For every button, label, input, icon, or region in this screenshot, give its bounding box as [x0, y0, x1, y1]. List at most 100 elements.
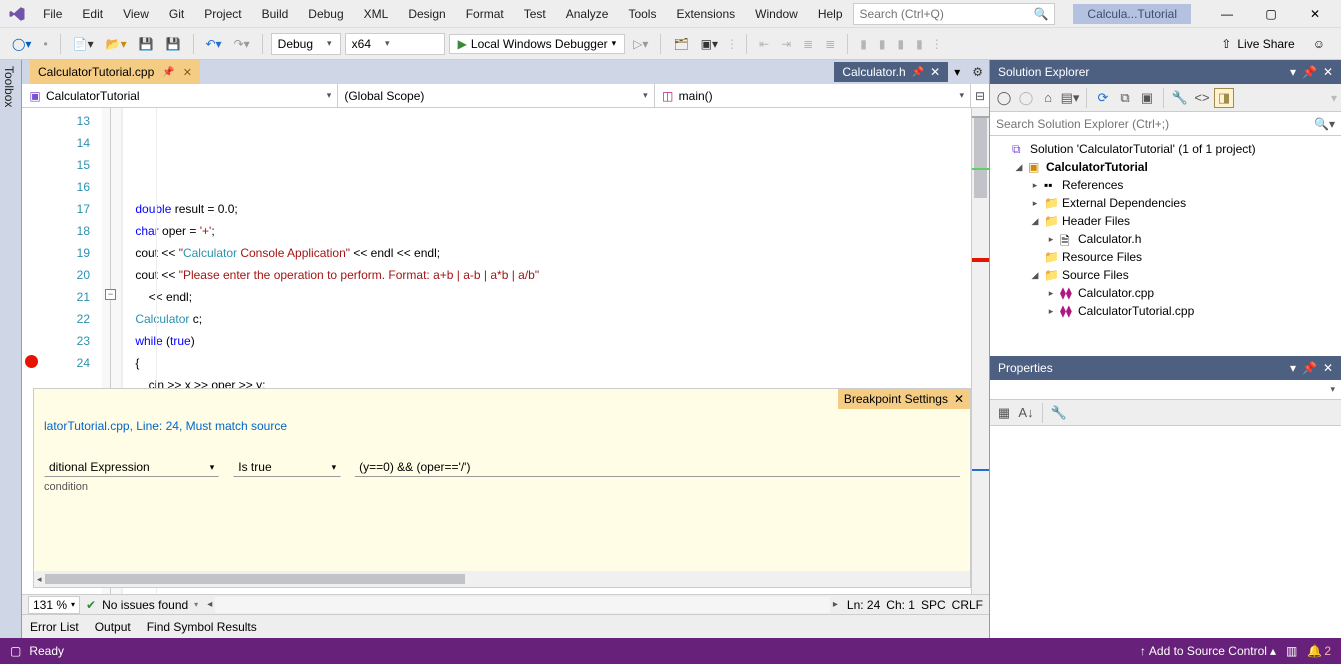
- pin-icon[interactable]: 📌: [162, 67, 174, 78]
- tree-item[interactable]: ◢📁Source Files: [990, 266, 1341, 284]
- browse-button[interactable]: 🗂: [669, 35, 692, 53]
- platform-dropdown[interactable]: x64: [345, 33, 445, 55]
- new-file-button[interactable]: 📄▾: [69, 35, 98, 53]
- start-debug-button[interactable]: ▶ Local Windows Debugger▾: [449, 34, 626, 54]
- wrench-icon[interactable]: 🔧: [1049, 403, 1069, 423]
- bp-location-link[interactable]: latorTutorial.cpp, Line: 24, Must match …: [44, 419, 287, 433]
- close-icon[interactable]: ✕: [954, 392, 964, 406]
- menu-edit[interactable]: Edit: [72, 3, 113, 25]
- pin-icon[interactable]: 📌: [912, 67, 924, 78]
- bp-horizontal-scrollbar[interactable]: [34, 571, 970, 587]
- dropdown-icon[interactable]: ▾: [1290, 65, 1296, 79]
- tab-active[interactable]: CalculatorTutorial.cpp 📌 ✕: [30, 60, 200, 84]
- back-button[interactable]: ◯: [994, 88, 1014, 108]
- close-icon[interactable]: ✕: [1323, 361, 1333, 375]
- breakpoint-marker[interactable]: [25, 355, 38, 368]
- menu-git[interactable]: Git: [159, 3, 194, 25]
- tree-item[interactable]: ▸⧫⧫Calculator.cpp: [990, 284, 1341, 302]
- properties-button[interactable]: 🔧: [1170, 88, 1190, 108]
- tree-item[interactable]: ▸🗎Calculator.h: [990, 230, 1341, 248]
- search-input[interactable]: [860, 7, 1034, 21]
- open-file-button[interactable]: 📂▾: [102, 35, 131, 53]
- repo-icon[interactable]: ▥: [1286, 644, 1297, 658]
- scrollbar-thumb[interactable]: [974, 118, 987, 198]
- show-all-button[interactable]: ⧉: [1115, 88, 1135, 108]
- view-button[interactable]: ▣▾: [697, 35, 722, 53]
- solution-tree[interactable]: ⧉Solution 'CalculatorTutorial' (1 of 1 p…: [990, 136, 1341, 356]
- menu-window[interactable]: Window: [745, 3, 808, 25]
- tree-item[interactable]: ▸⧫⧫CalculatorTutorial.cpp: [990, 302, 1341, 320]
- menu-file[interactable]: File: [33, 3, 72, 25]
- tab-secondary[interactable]: Calculator.h 📌 ✕: [834, 62, 948, 82]
- nav-scope-function[interactable]: ◫main(): [655, 84, 971, 107]
- tree-item[interactable]: 📁Resource Files: [990, 248, 1341, 266]
- menu-project[interactable]: Project: [194, 3, 251, 25]
- collapse-button[interactable]: ▣: [1137, 88, 1157, 108]
- pin-icon[interactable]: 📌: [1302, 65, 1317, 79]
- maximize-button[interactable]: ▢: [1249, 2, 1293, 26]
- feedback-icon[interactable]: ☺: [1313, 37, 1325, 51]
- tree-item[interactable]: ⧉Solution 'CalculatorTutorial' (1 of 1 p…: [990, 140, 1341, 158]
- notifications-button[interactable]: 🔔2: [1307, 644, 1331, 658]
- close-icon[interactable]: ✕: [1323, 65, 1333, 79]
- add-source-control-button[interactable]: ↑ Add to Source Control ▴: [1140, 644, 1276, 658]
- pin-icon[interactable]: 📌: [1302, 361, 1317, 375]
- menu-analyze[interactable]: Analyze: [556, 3, 619, 25]
- sync-button[interactable]: ⟳: [1093, 88, 1113, 108]
- tree-item[interactable]: ◢▣CalculatorTutorial: [990, 158, 1341, 176]
- debug-target-dropdown[interactable]: ▷▾: [629, 35, 652, 53]
- nav-scope-global[interactable]: (Global Scope): [338, 84, 654, 107]
- fwd-button[interactable]: ◯: [1016, 88, 1036, 108]
- tree-item[interactable]: ▸📁External Dependencies: [990, 194, 1341, 212]
- scroll-right-button[interactable]: ▸: [830, 599, 841, 610]
- split-button[interactable]: ⊟: [971, 84, 989, 107]
- scroll-left-button[interactable]: ◂: [204, 599, 215, 610]
- vertical-scrollbar[interactable]: [971, 108, 989, 594]
- redo-button[interactable]: ↷▾: [230, 35, 254, 53]
- close-button[interactable]: ✕: [1293, 2, 1337, 26]
- bp-condition-type-dropdown[interactable]: ditional Expression: [44, 457, 219, 477]
- save-all-button[interactable]: 💾: [162, 35, 185, 53]
- nav-fwd-button[interactable]: •: [39, 35, 51, 53]
- dropdown-icon[interactable]: ▾: [1290, 361, 1296, 375]
- save-button[interactable]: 💾: [135, 35, 158, 53]
- indent-mode[interactable]: SPC: [921, 598, 946, 612]
- fold-toggle[interactable]: −: [105, 289, 116, 300]
- menu-build[interactable]: Build: [252, 3, 299, 25]
- zoom-dropdown[interactable]: 131 %: [28, 596, 80, 614]
- tree-item[interactable]: ◢📁Header Files: [990, 212, 1341, 230]
- menu-format[interactable]: Format: [456, 3, 514, 25]
- menu-extensions[interactable]: Extensions: [666, 3, 745, 25]
- nav-scope-project[interactable]: ▣CalculatorTutorial: [22, 84, 338, 107]
- menu-help[interactable]: Help: [808, 3, 853, 25]
- tab-settings-button[interactable]: ⚙: [966, 65, 989, 79]
- close-icon[interactable]: ✕: [930, 65, 940, 79]
- menu-xml[interactable]: XML: [354, 3, 399, 25]
- menu-design[interactable]: Design: [398, 3, 455, 25]
- search-box[interactable]: 🔍: [853, 3, 1056, 25]
- bp-condition-eval-dropdown[interactable]: Is true: [233, 457, 341, 477]
- alphabetical-button[interactable]: A↓: [1016, 403, 1036, 423]
- horizontal-scrollbar[interactable]: [215, 597, 830, 613]
- bp-expression-input[interactable]: [355, 458, 960, 477]
- categorized-button[interactable]: ▦: [994, 403, 1014, 423]
- minimize-button[interactable]: —: [1205, 2, 1249, 26]
- nav-back-button[interactable]: ◯▾: [8, 35, 35, 53]
- properties-dropdown[interactable]: ▾: [990, 380, 1341, 400]
- preview-button[interactable]: ◨: [1214, 88, 1234, 108]
- close-icon[interactable]: ✕: [183, 66, 192, 79]
- tab-overflow-button[interactable]: ▾: [948, 65, 966, 79]
- solution-search-input[interactable]: [996, 117, 1314, 131]
- switch-views-button[interactable]: ▤▾: [1060, 88, 1080, 108]
- menu-tools[interactable]: Tools: [618, 3, 666, 25]
- menu-debug[interactable]: Debug: [298, 3, 353, 25]
- menu-test[interactable]: Test: [514, 3, 556, 25]
- output-tab-output[interactable]: Output: [95, 620, 131, 634]
- undo-button[interactable]: ↶▾: [202, 35, 226, 53]
- output-tab-find-symbol-results[interactable]: Find Symbol Results: [147, 620, 257, 634]
- menu-view[interactable]: View: [113, 3, 159, 25]
- line-ending[interactable]: CRLF: [952, 598, 983, 612]
- tree-item[interactable]: ▸▪▪References: [990, 176, 1341, 194]
- home-button[interactable]: ⌂: [1038, 88, 1058, 108]
- show-code-button[interactable]: <>: [1192, 88, 1212, 108]
